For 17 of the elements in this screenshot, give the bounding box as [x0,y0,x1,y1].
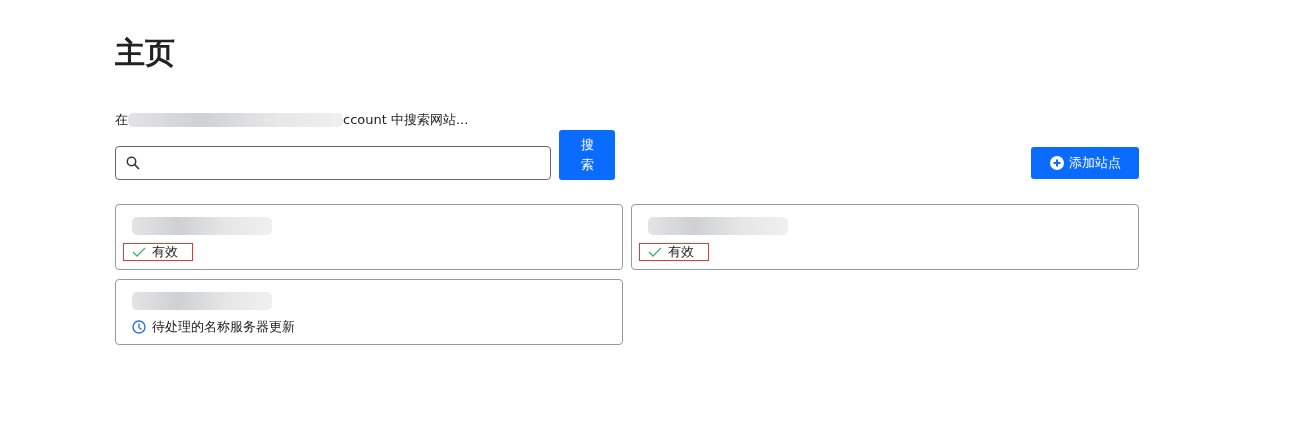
status-label: 有效 [123,243,193,261]
search-label-text: 在 [115,111,128,129]
site-card[interactable]: 有效 [631,204,1139,270]
check-icon [132,247,146,257]
status-label: 待处理的名称服务器更新 [123,318,310,336]
search-label-text: ccount 中搜索网站... [343,111,469,129]
status-label: 有效 [639,243,709,261]
search-button[interactable]: 搜索 [559,130,615,180]
clock-icon [132,320,146,334]
search-field[interactable] [115,146,551,180]
check-icon [648,247,662,257]
plus-circle-icon [1049,156,1064,170]
page-title: 主页 [115,34,176,72]
add-site-button[interactable]: 添加站点 [1031,147,1139,179]
site-card[interactable]: 有效 [115,204,623,270]
site-card[interactable]: 待处理的名称服务器更新 [115,279,623,345]
search-icon [126,156,140,170]
